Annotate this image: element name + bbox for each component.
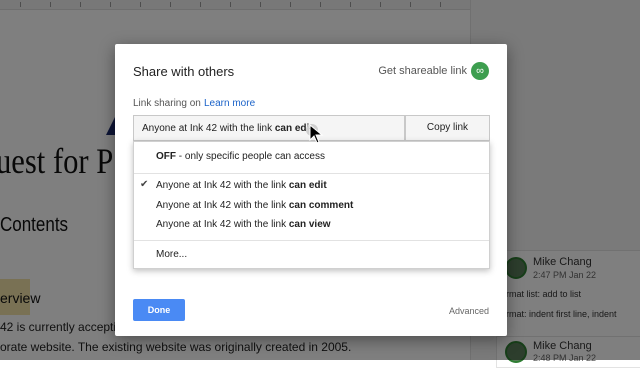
menu-item-label: Anyone at Ink 42 with the link can edit [156, 180, 327, 191]
link-icon[interactable]: ∞ [471, 62, 489, 80]
menu-divider [134, 240, 489, 241]
dialog-title: Share with others [133, 64, 235, 79]
access-select-label: Anyone at Ink 42 with the link can edit [142, 123, 313, 134]
menu-item-label: Anyone at Ink 42 with the link can comme… [156, 200, 354, 211]
menu-item-can-view[interactable]: Anyone at Ink 42 with the link can view [134, 216, 489, 234]
get-shareable-link[interactable]: Get shareable link [378, 65, 467, 77]
mouse-cursor [309, 124, 324, 144]
advanced-link[interactable]: Advanced [449, 306, 489, 316]
menu-item-can-edit[interactable]: ✔ Anyone at Ink 42 with the link can edi… [134, 177, 489, 195]
share-dialog: Share with others Get shareable link ∞ L… [115, 44, 507, 336]
menu-item-label: Anyone at Ink 42 with the link can view [156, 219, 331, 230]
menu-item-off[interactable]: OFF - only specific people can access [134, 148, 489, 166]
menu-item-more[interactable]: More... [134, 246, 489, 264]
access-menu: OFF - only specific people can access ✔ … [133, 141, 490, 269]
link-access-dropdown[interactable]: Anyone at Ink 42 with the link can edit [133, 115, 405, 141]
menu-item-label: More... [156, 249, 188, 260]
link-sharing-status: Link sharing on [133, 98, 201, 109]
menu-item-can-comment[interactable]: Anyone at Ink 42 with the link can comme… [134, 197, 489, 215]
learn-more-link[interactable]: Learn more [204, 98, 255, 109]
check-icon: ✔ [140, 179, 149, 190]
menu-divider [134, 173, 489, 174]
menu-item-label: OFF - only specific people can access [156, 151, 325, 162]
done-button[interactable]: Done [133, 299, 185, 321]
copy-link-button[interactable]: Copy link [405, 115, 490, 141]
